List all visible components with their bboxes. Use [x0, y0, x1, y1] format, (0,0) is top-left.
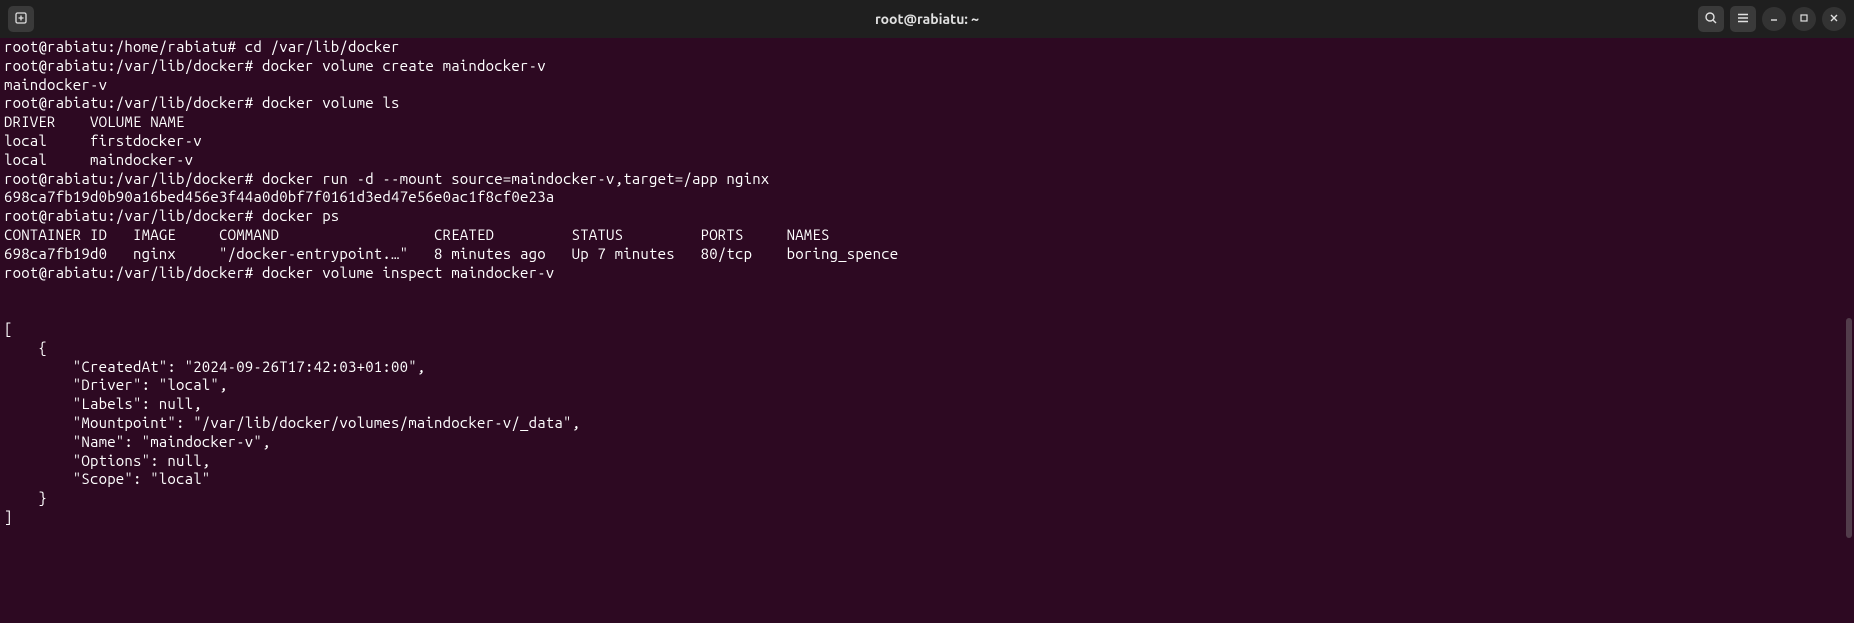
titlebar: root@rabiatu: ~: [0, 0, 1854, 38]
minimize-icon: [1768, 11, 1780, 27]
hamburger-icon: [1736, 11, 1750, 28]
titlebar-right: [1698, 6, 1846, 32]
terminal-line: root@rabiatu:/var/lib/docker# docker ps: [4, 207, 1850, 226]
close-icon: [1828, 11, 1840, 27]
new-tab-icon: [14, 11, 28, 28]
terminal-line: maindocker-v: [4, 76, 1850, 95]
terminal-line: }: [4, 489, 1850, 508]
terminal-line: root@rabiatu:/var/lib/docker# docker run…: [4, 170, 1850, 189]
window-title: root@rabiatu: ~: [875, 11, 979, 27]
terminal-line: DRIVER VOLUME NAME: [4, 113, 1850, 132]
new-tab-button[interactable]: [8, 6, 34, 32]
terminal-line: {: [4, 339, 1850, 358]
terminal-line: root@rabiatu:/home/rabiatu# cd /var/lib/…: [4, 38, 1850, 57]
terminal-line: [: [4, 320, 1850, 339]
terminal-line: [4, 301, 1850, 320]
terminal-line: [4, 282, 1850, 301]
terminal-line: root@rabiatu:/var/lib/docker# docker vol…: [4, 264, 1850, 283]
terminal-line: "Labels": null,: [4, 395, 1850, 414]
search-icon: [1704, 11, 1718, 28]
close-button[interactable]: [1822, 7, 1846, 31]
terminal-line: ]: [4, 508, 1850, 527]
search-button[interactable]: [1698, 6, 1724, 32]
scroll-thumb[interactable]: [1846, 318, 1852, 538]
terminal-line: local firstdocker-v: [4, 132, 1850, 151]
scrollbar[interactable]: [1844, 38, 1854, 623]
terminal-line: root@rabiatu:/var/lib/docker# docker vol…: [4, 94, 1850, 113]
terminal-line: "Options": null,: [4, 452, 1850, 471]
maximize-button[interactable]: [1792, 7, 1816, 31]
terminal-line: "CreatedAt": "2024-09-26T17:42:03+01:00"…: [4, 358, 1850, 377]
minimize-button[interactable]: [1762, 7, 1786, 31]
maximize-icon: [1798, 11, 1810, 27]
terminal-line: "Driver": "local",: [4, 376, 1850, 395]
terminal-line: "Scope": "local": [4, 470, 1850, 489]
terminal-line: root@rabiatu:/var/lib/docker# docker vol…: [4, 57, 1850, 76]
titlebar-left: [8, 6, 34, 32]
terminal-line: "Mountpoint": "/var/lib/docker/volumes/m…: [4, 414, 1850, 433]
terminal-output[interactable]: root@rabiatu:/home/rabiatu# cd /var/lib/…: [0, 38, 1854, 531]
terminal-line: 698ca7fb19d0b90a16bed456e3f44a0d0bf7f016…: [4, 188, 1850, 207]
terminal-line: local maindocker-v: [4, 151, 1850, 170]
menu-button[interactable]: [1730, 6, 1756, 32]
terminal-line: 698ca7fb19d0 nginx "/docker-entrypoint.……: [4, 245, 1850, 264]
terminal-line: CONTAINER ID IMAGE COMMAND CREATED STATU…: [4, 226, 1850, 245]
terminal-line: "Name": "maindocker-v",: [4, 433, 1850, 452]
